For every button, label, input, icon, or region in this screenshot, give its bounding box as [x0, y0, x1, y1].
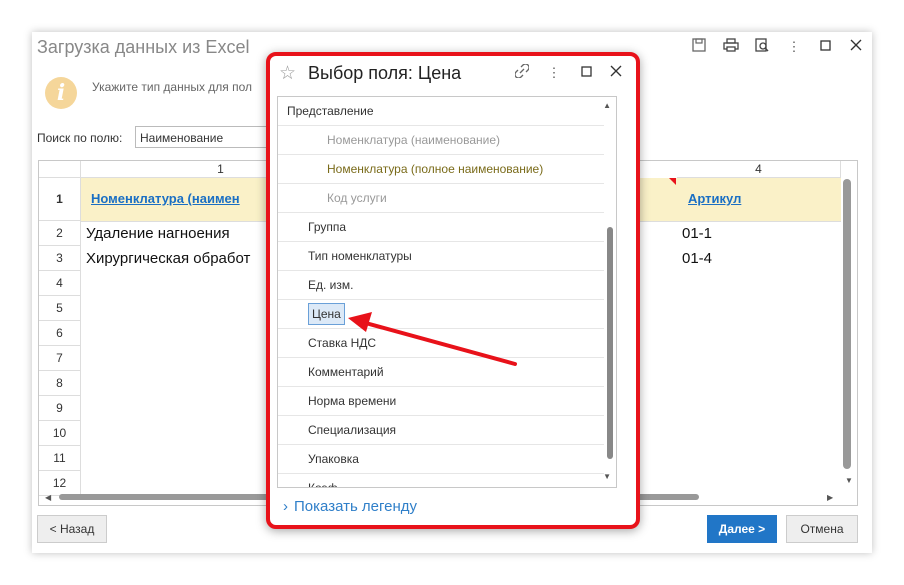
window-title: Загрузка данных из Excel [37, 37, 250, 57]
field-list-item-label: Номенклатура (наименование) [327, 133, 501, 147]
field-list-item-label: Ставка НДС [308, 336, 377, 350]
hint-text: Укажите тип данных для пол [92, 80, 253, 94]
field-list-item[interactable]: Группа [278, 213, 604, 242]
row-number: 1 [39, 178, 81, 221]
field-list-item[interactable]: Номенклатура (наименование) [278, 126, 604, 155]
show-legend-label: Показать легенду [294, 498, 418, 515]
field-list-item[interactable]: Коэф [278, 474, 604, 488]
field-list-item-label: Комментарий [308, 365, 384, 379]
header-link-article[interactable]: Артикул [688, 191, 741, 206]
list-scroll-down-icon[interactable]: ▼ [603, 472, 611, 481]
list-scrollbar[interactable] [607, 227, 613, 459]
row-number: 9 [39, 396, 81, 421]
cell-article[interactable]: 01-4 [682, 250, 712, 267]
row-number: 10 [39, 421, 81, 446]
field-list-item[interactable]: Норма времени [278, 387, 604, 416]
preview-icon[interactable] [753, 38, 771, 56]
save-icon[interactable] [690, 38, 708, 56]
row-number: 7 [39, 346, 81, 371]
corner-cell [39, 161, 81, 178]
field-list-item[interactable]: Номенклатура (полное наименование) [278, 155, 604, 184]
field-list-item-label: Норма времени [308, 394, 397, 408]
field-list-item-label: Тип номенклатуры [308, 249, 412, 263]
col-header-4[interactable]: 4 [677, 161, 841, 178]
search-label: Поиск по полю: [37, 131, 123, 145]
cell-marker-icon [669, 178, 676, 185]
field-list-item[interactable]: Ставка НДС [278, 329, 604, 358]
field-list: Представление Номенклатура (наименование)… [277, 96, 617, 488]
show-legend-link[interactable]: › Показать легенду [283, 498, 417, 515]
dialog-maximize-icon[interactable] [577, 64, 595, 82]
maximize-icon[interactable] [816, 38, 834, 56]
cell-name[interactable]: Удаление нагноения [86, 225, 230, 242]
back-button[interactable]: < Назад [37, 515, 107, 543]
more-icon[interactable]: ⋮ [785, 38, 803, 56]
dialog-more-icon[interactable]: ⋮ [545, 64, 563, 82]
favorite-star-icon[interactable]: ☆ [279, 62, 296, 85]
field-list-item[interactable]: Цена [278, 300, 604, 329]
scroll-left-icon[interactable]: ◀ [45, 493, 51, 502]
row-number: 3 [39, 246, 81, 271]
field-list-item[interactable]: Представление [278, 97, 604, 126]
next-button[interactable]: Далее > [707, 515, 777, 543]
link-icon[interactable] [513, 63, 531, 82]
field-list-item-label: Номенклатура (полное наименование) [327, 162, 544, 176]
dialog-close-icon[interactable] [607, 64, 625, 82]
list-scroll-up-icon[interactable]: ▲ [603, 101, 611, 110]
field-list-item-label: Упаковка [308, 452, 359, 466]
row-number: 6 [39, 321, 81, 346]
field-list-item-label: Код услуги [327, 191, 387, 205]
cell-name[interactable]: Хирургическая обработ [86, 250, 250, 267]
row-number: 4 [39, 271, 81, 296]
row-number: 5 [39, 296, 81, 321]
cancel-button[interactable]: Отмена [786, 515, 858, 543]
header-link-nomenclature[interactable]: Номенклатура (наимен [91, 191, 240, 206]
scroll-right-icon[interactable]: ▶ [827, 493, 833, 502]
field-list-item[interactable]: Код услуги [278, 184, 604, 213]
field-list-item[interactable]: Ед. изм. [278, 271, 604, 300]
field-list-item-label: Специализация [308, 423, 397, 437]
field-list-item-label: Коэф [308, 481, 338, 488]
search-field[interactable]: Наименование [135, 126, 275, 148]
dialog-title: Выбор поля: Цена [308, 63, 462, 83]
row-number: 8 [39, 371, 81, 396]
field-list-item-label: Ед. изм. [308, 278, 354, 292]
field-list-item-label: Цена [308, 303, 345, 325]
field-list-item[interactable]: Упаковка [278, 445, 604, 474]
field-list-item[interactable]: Тип номенклатуры [278, 242, 604, 271]
row-number: 11 [39, 446, 81, 471]
field-list-item-label: Группа [308, 220, 347, 234]
print-icon[interactable] [722, 38, 740, 56]
chevron-right-icon: › [283, 498, 288, 515]
cell-article[interactable]: 01-1 [682, 225, 712, 242]
field-list-item[interactable]: Специализация [278, 416, 604, 445]
close-icon[interactable] [847, 38, 865, 56]
row-number: 2 [39, 221, 81, 246]
info-icon: i [45, 77, 77, 109]
scroll-down-icon[interactable]: ▼ [845, 476, 853, 485]
field-list-item[interactable]: Комментарий [278, 358, 604, 387]
grid-vertical-scrollbar[interactable] [843, 179, 851, 469]
field-list-item-label: Представление [287, 104, 374, 118]
